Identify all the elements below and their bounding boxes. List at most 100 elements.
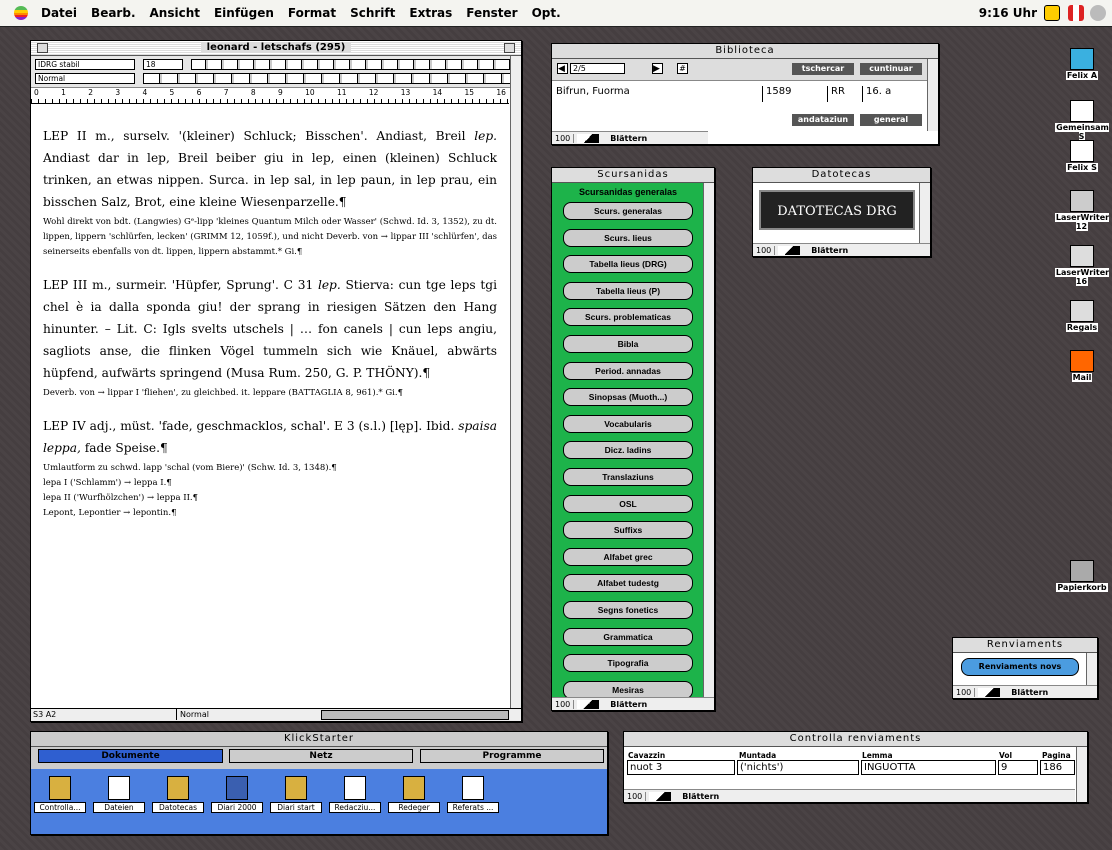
klickstarter-item[interactable]: Controlla...: [34, 776, 86, 813]
scurs-button[interactable]: Sinopsas (Muoth...): [563, 388, 693, 407]
layout-mode-icon[interactable]: [649, 791, 672, 801]
klickstarter-item[interactable]: Diari 2000: [211, 776, 263, 813]
zoom-box-icon[interactable]: [504, 43, 515, 53]
desktop-icon[interactable]: Gemeinsam S: [1052, 100, 1112, 141]
desktop-icon[interactable]: Mail: [1052, 350, 1112, 382]
lemma-field[interactable]: INGUOTTA: [861, 760, 996, 775]
mode-label[interactable]: Blättern: [1003, 688, 1056, 697]
scurs-button[interactable]: Suffixs: [563, 521, 693, 540]
klickstarter-item[interactable]: Redeger: [388, 776, 440, 813]
menu-format[interactable]: Format: [281, 6, 343, 20]
format-buttons[interactable]: [191, 59, 511, 70]
desktop-icon[interactable]: Felix S: [1052, 140, 1112, 172]
scurs-button[interactable]: Tabella lieus (P): [563, 281, 693, 300]
help-icon[interactable]: [1044, 5, 1060, 21]
biblioteca-title-bar[interactable]: Biblioteca: [552, 44, 938, 59]
klickstarter-item[interactable]: Redacziu...: [329, 776, 381, 813]
datotecas-scrollbar[interactable]: [919, 183, 930, 243]
author-field[interactable]: Bifrun, Fuorma: [556, 86, 630, 97]
vertical-scrollbar[interactable]: [510, 56, 521, 708]
klickstarter-item[interactable]: Datotecas: [152, 776, 204, 813]
apple-icon[interactable]: [14, 6, 28, 20]
menu-extras[interactable]: Extras: [402, 6, 459, 20]
desktop-icon[interactable]: Felix A: [1052, 48, 1112, 80]
tab-netz[interactable]: Netz: [229, 749, 413, 763]
desktop-icon[interactable]: LaserWriter 16: [1052, 245, 1112, 286]
scurs-button[interactable]: Tipografia: [563, 654, 693, 673]
biblioteca-scrollbar[interactable]: [927, 59, 938, 131]
mode-label[interactable]: Blättern: [674, 792, 727, 801]
ruler[interactable]: 0 1 2 3 4 5 6 7 8 9 10 11 12 13 14 15 16: [31, 88, 509, 104]
menu-fenster[interactable]: Fenster: [459, 6, 524, 20]
cuntinuar-button[interactable]: cuntinuar: [860, 63, 922, 75]
pagina-field[interactable]: 186: [1040, 760, 1075, 775]
scursanidas-title-bar[interactable]: Scursanidas: [552, 168, 714, 183]
layout-mode-icon[interactable]: [577, 699, 600, 709]
menu-ansicht[interactable]: Ansicht: [143, 6, 207, 20]
scurs-button[interactable]: Alfabet grec: [563, 547, 693, 566]
zoom-level[interactable]: 100: [552, 699, 575, 709]
renviaments-novs-button[interactable]: Renviaments novs: [961, 658, 1079, 676]
font-size-select[interactable]: 18: [143, 59, 183, 70]
app-switcher-icon[interactable]: [1090, 5, 1106, 21]
menu-bearb[interactable]: Bearb.: [84, 6, 142, 20]
scurs-button[interactable]: Scurs. generalas: [563, 202, 693, 220]
klickstarter-item[interactable]: Diari start: [270, 776, 322, 813]
style-select[interactable]: IDRG stabil: [35, 59, 135, 70]
century-field[interactable]: 16. a: [862, 86, 891, 102]
year-field[interactable]: 1589: [762, 86, 791, 102]
renviaments-scrollbar[interactable]: [1086, 653, 1097, 685]
vol-field[interactable]: 9: [998, 760, 1038, 775]
horizontal-scrollbar[interactable]: [321, 710, 509, 720]
keyboard-flag-icon[interactable]: [1068, 5, 1084, 21]
desktop-icon[interactable]: Regals: [1052, 300, 1112, 332]
klickstarter-title-bar[interactable]: KlickStarter: [31, 732, 607, 747]
scurs-button[interactable]: Translaziuns: [563, 467, 693, 486]
general-button[interactable]: general: [860, 114, 922, 126]
scurs-button[interactable]: Period. annadas: [563, 361, 693, 380]
desktop-icon[interactable]: Papierkorb: [1052, 560, 1112, 592]
scurs-button[interactable]: Vocabularis: [563, 414, 693, 433]
prev-record-icon[interactable]: ◀: [557, 63, 568, 74]
zoom-level[interactable]: 100: [552, 133, 575, 143]
zoom-level[interactable]: 100: [753, 245, 776, 255]
scurs-button[interactable]: Grammatica: [563, 627, 693, 646]
record-number-icon[interactable]: #: [677, 63, 688, 74]
document-title-bar[interactable]: leonard - letschafs (295): [31, 41, 521, 56]
mode-label[interactable]: Blättern: [602, 134, 655, 143]
scurs-button[interactable]: Mesiras: [563, 680, 693, 699]
controlla-title-bar[interactable]: Controlla renviaments: [624, 732, 1087, 747]
tschercar-button[interactable]: tschercar: [792, 63, 854, 75]
desktop-icon[interactable]: LaserWriter 12: [1052, 190, 1112, 231]
layout-mode-icon[interactable]: [577, 133, 600, 143]
scurs-button[interactable]: Scurs. lieus: [563, 228, 693, 247]
scursanidas-scrollbar[interactable]: [703, 183, 714, 697]
close-box-icon[interactable]: [37, 43, 48, 53]
zoom-level[interactable]: 100: [953, 687, 976, 697]
scurs-button[interactable]: Bibla: [563, 334, 693, 353]
scurs-button[interactable]: Segns fonetics: [563, 600, 693, 619]
scurs-button[interactable]: Alfabet tudestg: [563, 574, 693, 593]
scurs-button[interactable]: OSL: [563, 494, 693, 513]
datotecas-banner[interactable]: DATOTECAS DRG: [759, 190, 915, 230]
klickstarter-item[interactable]: Dateien: [93, 776, 145, 813]
code-field[interactable]: RR: [827, 86, 845, 102]
layout-mode-icon[interactable]: [978, 687, 1001, 697]
menu-datei[interactable]: Datei: [34, 6, 84, 20]
paragraph-style-select[interactable]: Normal: [35, 73, 135, 84]
next-record-icon[interactable]: ▶: [652, 63, 663, 74]
menu-schrift[interactable]: Schrift: [343, 6, 402, 20]
scurs-button[interactable]: Dicz. ladins: [563, 441, 693, 460]
datotecas-title-bar[interactable]: Datotecas: [753, 168, 930, 183]
tab-dokumente[interactable]: Dokumente: [38, 749, 223, 763]
alignment-buttons[interactable]: [143, 73, 511, 84]
menu-einfuegen[interactable]: Einfügen: [207, 6, 281, 20]
mode-label[interactable]: Blättern: [803, 246, 856, 255]
muntada-field[interactable]: ('nichts'): [737, 760, 859, 775]
scurs-button[interactable]: Scurs. problematicas: [563, 308, 693, 327]
cavazzin-field[interactable]: nuot 3: [627, 760, 735, 775]
layout-mode-icon[interactable]: [778, 245, 801, 255]
controlla-scrollbar[interactable]: [1076, 747, 1087, 802]
clock[interactable]: 9:16 Uhr: [979, 6, 1037, 20]
klickstarter-item[interactable]: Referats ...: [447, 776, 499, 813]
